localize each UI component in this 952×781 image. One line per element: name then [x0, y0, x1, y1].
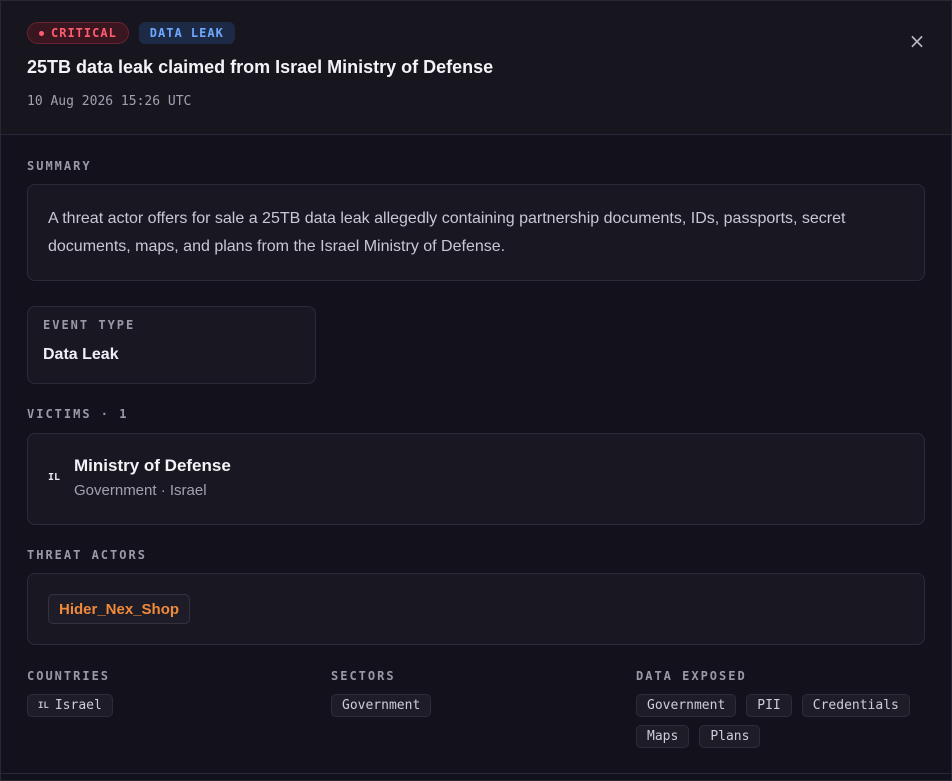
event-type-value: Data Leak — [43, 346, 119, 363]
threat-actors-label: THREAT ACTORS — [27, 548, 147, 562]
summary-label: SUMMARY — [27, 159, 92, 173]
severity-badge-label: CRITICAL — [51, 26, 117, 40]
summary-text: A threat actor offers for sale a 25TB da… — [48, 210, 846, 255]
severity-dot-icon — [39, 30, 44, 36]
severity-badge: CRITICAL — [27, 22, 129, 44]
victim-flag-icon: IL — [48, 472, 61, 483]
incident-timestamp: 10 Aug 2026 15:26 UTC — [27, 94, 192, 109]
victim-name: Ministry of Defense — [74, 456, 231, 475]
close-icon[interactable]: × — [906, 30, 928, 52]
event-type-card: EVENT TYPE Data Leak — [27, 306, 316, 384]
footer-divider — [1, 773, 951, 774]
incident-detail-panel: CRITICAL DATA LEAK × 25TB data leak clai… — [0, 0, 952, 781]
victim-card[interactable]: IL Ministry of Defense Government · Isra… — [27, 433, 925, 525]
incident-title: 25TB data leak claimed from Israel Minis… — [27, 57, 494, 77]
event-type-label: EVENT TYPE — [43, 318, 136, 332]
data-exposed-chips: Government PII Credentials Maps Plans — [636, 694, 936, 748]
event-type-badge: DATA LEAK — [138, 22, 235, 44]
sector-chip[interactable]: Government — [331, 694, 432, 717]
event-type-badge-label: DATA LEAK — [149, 26, 224, 40]
data-exposed-chip[interactable]: Credentials — [801, 694, 910, 717]
data-exposed-label: DATA EXPOSED — [636, 669, 747, 683]
victims-label: VICTIMS · 1 — [27, 407, 129, 421]
threat-actor-tag[interactable]: Hider_Nex_Shop — [48, 594, 191, 624]
sectors-label: SECTORS — [331, 669, 396, 683]
country-flag-icon: IL — [38, 700, 49, 711]
victim-meta: Government · Israel — [74, 482, 207, 499]
countries-label: COUNTRIES — [27, 669, 111, 683]
incident-header: CRITICAL DATA LEAK × 25TB data leak clai… — [1, 1, 951, 135]
summary-card: A threat actor offers for sale a 25TB da… — [27, 184, 925, 281]
sectors-chips: Government — [331, 694, 611, 717]
countries-chips: IL Israel — [27, 694, 307, 717]
data-exposed-chip[interactable]: Government — [636, 694, 737, 717]
data-exposed-chip[interactable]: PII — [746, 694, 792, 717]
country-chip-label: Israel — [54, 698, 102, 713]
data-exposed-chip[interactable]: Maps — [636, 725, 690, 748]
data-exposed-chip[interactable]: Plans — [699, 725, 761, 748]
threat-actors-card: Hider_Nex_Shop — [27, 573, 925, 645]
country-chip[interactable]: IL Israel — [27, 694, 113, 717]
badge-row: CRITICAL DATA LEAK — [27, 22, 235, 44]
